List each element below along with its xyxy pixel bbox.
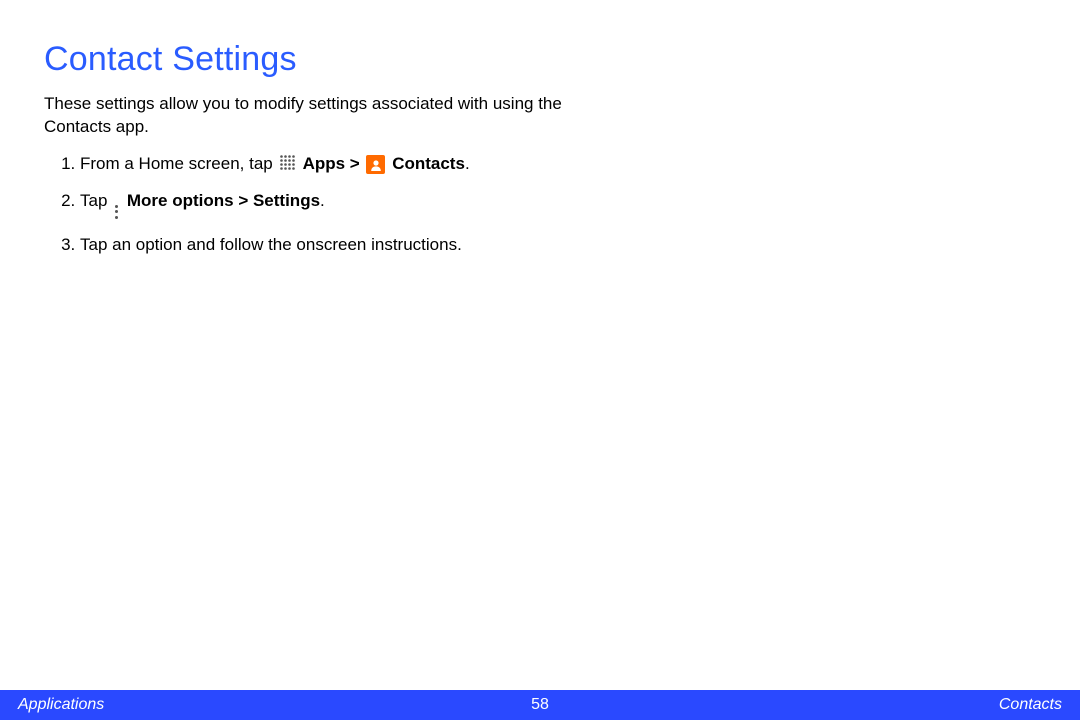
more-options-icon (113, 204, 119, 220)
page-title: Contact Settings (44, 40, 1036, 79)
footer-left: Applications (18, 696, 104, 714)
page-footer: Applications 58 Contacts (0, 690, 1080, 720)
apps-label: Apps > (298, 154, 359, 173)
steps-list: From a Home screen, tap Apps > (44, 153, 1036, 257)
intro-text: These settings allow you to modify setti… (44, 93, 564, 139)
contacts-label: Contacts (387, 154, 464, 173)
contacts-icon (366, 155, 385, 174)
step-3-text: Tap an option and follow the onscreen in… (80, 235, 462, 254)
more-options-label: More options > Settings (122, 191, 320, 210)
step-3: Tap an option and follow the onscreen in… (80, 234, 1036, 257)
step-2: Tap More options > Settings. (80, 190, 1036, 220)
step-1-suffix: . (465, 154, 470, 173)
step-2-suffix: . (320, 191, 325, 210)
step-2-prefix: Tap (80, 191, 107, 210)
step-1-prefix: From a Home screen, tap (80, 154, 273, 173)
footer-page-number: 58 (531, 696, 549, 714)
apps-grid-icon (279, 154, 296, 171)
document-page: Contact Settings These settings allow yo… (0, 0, 1080, 720)
footer-right: Contacts (999, 696, 1062, 714)
step-1: From a Home screen, tap Apps > (80, 153, 1036, 176)
